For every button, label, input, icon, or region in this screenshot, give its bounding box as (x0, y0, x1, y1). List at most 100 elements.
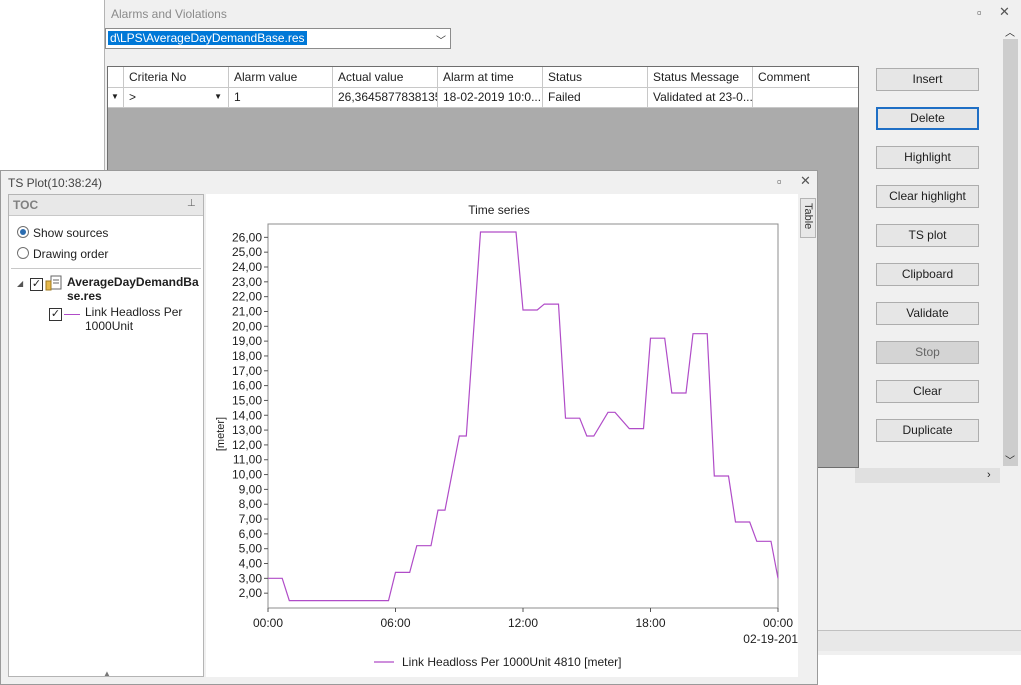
cell-alarm-value[interactable]: 1 (229, 88, 333, 107)
duplicate-button[interactable]: Duplicate (876, 419, 979, 442)
clipboard-button[interactable]: Clipboard (876, 263, 979, 286)
y-tick-label: 6,00 (239, 527, 263, 541)
row-dropdown-icon[interactable]: ▼ (108, 88, 124, 107)
time-series-chart: Time series 2,003,004,005,006,007,008,00… (215, 203, 798, 669)
y-tick-label: 2,00 (239, 586, 263, 600)
y-tick-label: 7,00 (239, 512, 263, 526)
y-tick-label: 4,00 (239, 557, 263, 571)
close-icon[interactable]: ✕ (800, 174, 811, 188)
cell-actual-value[interactable]: 26,3645877838135 (333, 88, 438, 107)
ts-plot-window: TS Plot(10:38:24) ▫ ✕ TOC ⊥ Show sources… (0, 170, 818, 685)
chart-area: Time series 2,00 3,00 4,00 5,00 6,00 7,00 8,00… (206, 194, 798, 677)
vertical-scrollbar[interactable]: ︿ (1001, 22, 1020, 466)
table-tab-label: Table (802, 203, 814, 230)
x-date-label: 02-19-201 (743, 632, 798, 646)
y-tick-label: 20,00 (232, 319, 262, 333)
y-tick-label: 17,00 (232, 364, 262, 378)
insert-button[interactable]: Insert (876, 68, 979, 91)
y-tick-label: 21,00 (232, 304, 262, 318)
series-color-swatch (64, 314, 80, 315)
row-header (108, 67, 124, 87)
source-checkbox[interactable]: ✓ (30, 278, 43, 291)
close-icon[interactable]: ✕ (999, 5, 1010, 19)
y-tick-label: 15,00 (232, 393, 262, 407)
file-combo[interactable]: d\LPS\AverageDayDemandBase.res ﹀ (105, 28, 451, 49)
y-axis: 2,003,004,005,006,007,008,009,0010,0011,… (232, 230, 268, 600)
col-comment[interactable]: Comment (753, 67, 858, 87)
table-tab[interactable]: Table (800, 198, 816, 238)
legend-label[interactable]: Link Headloss Per 1000Unit 4810 [meter] (402, 655, 621, 669)
validate-button[interactable]: Validate (876, 302, 979, 325)
x-tick-label: 12:00 (508, 616, 538, 630)
maximize-icon[interactable]: ▫ (777, 175, 782, 189)
y-tick-label: 22,00 (232, 290, 262, 304)
y-tick-label: 19,00 (232, 334, 262, 348)
scroll-thumb[interactable] (1003, 39, 1018, 466)
series-name-line2[interactable]: 1000Unit (85, 319, 133, 333)
y-tick-label: 13,00 (232, 423, 262, 437)
x-tick-label: 06:00 (380, 616, 410, 630)
clear-highlight-button[interactable]: Clear highlight (876, 185, 979, 208)
y-tick-label: 10,00 (232, 468, 262, 482)
scroll-right-icon[interactable]: › (987, 469, 991, 481)
resize-grip-icon[interactable]: ▲ (103, 669, 111, 678)
horizontal-scrollbar[interactable] (855, 468, 1000, 483)
table-row[interactable]: ▼ > ▼ 1 26,3645877838135 18-02-2019 10:0… (108, 88, 858, 108)
clear-button[interactable]: Clear (876, 380, 979, 403)
x-axis: 00:00 06:00 12:00 18:00 00:00 (253, 608, 793, 630)
y-tick-label: 18,00 (232, 349, 262, 363)
col-alarm-value[interactable]: Alarm value (229, 67, 333, 87)
cell-comment[interactable] (753, 88, 858, 107)
show-sources-label[interactable]: Show sources (33, 226, 108, 240)
series-checkbox[interactable]: ✓ (49, 308, 62, 321)
toc-header: TOC ⊥ (9, 195, 203, 216)
alarms-window-title: Alarms and Violations (111, 7, 227, 21)
y-tick-label: 9,00 (239, 482, 263, 496)
y-tick-label: 11,00 (233, 453, 262, 467)
show-sources-radio[interactable] (17, 226, 29, 238)
y-tick-label: 14,00 (232, 408, 262, 422)
delete-button[interactable]: Delete (876, 107, 979, 130)
cell-criteria[interactable]: > ▼ (124, 88, 229, 107)
x-tick-label: 00:00 (763, 616, 793, 630)
series-name-line1[interactable]: Link Headloss Per (85, 305, 182, 319)
y-tick-label: 8,00 (239, 497, 263, 511)
plot-frame (267, 223, 779, 609)
scroll-up-icon[interactable]: ︿ (1005, 24, 1015, 39)
maximize-icon[interactable]: ▫ (977, 6, 982, 20)
drawing-order-label[interactable]: Drawing order (33, 247, 108, 261)
status-strip (818, 630, 1021, 651)
scroll-down-icon[interactable]: ﹀ (1005, 452, 1015, 467)
cell-status[interactable]: Failed (543, 88, 648, 107)
collapse-icon[interactable]: ◢ (17, 279, 23, 288)
toc-panel: TOC ⊥ Show sources Drawing order ◢ ✓ Ave… (8, 194, 204, 678)
criteria-dropdown-icon[interactable]: ▼ (214, 92, 222, 101)
col-status-message[interactable]: Status Message (648, 67, 753, 87)
cell-alarm-time[interactable]: 18-02-2019 10:0... (438, 88, 543, 107)
ts-plot-button[interactable]: TS plot (876, 224, 979, 247)
cell-status-message[interactable]: Validated at 23-0... (648, 88, 753, 107)
y-tick-label: 26,00 (232, 230, 262, 244)
drawing-order-radio[interactable] (17, 247, 29, 259)
y-tick-label: 24,00 (232, 260, 262, 274)
toc-divider (11, 268, 201, 269)
y-tick-label: 16,00 (232, 379, 262, 393)
toc-title: TOC (13, 198, 39, 212)
source-name-line1[interactable]: AverageDayDemandBa (67, 275, 199, 289)
col-status[interactable]: Status (543, 67, 648, 87)
chevron-down-icon[interactable]: ﹀ (436, 32, 446, 47)
col-actual-value[interactable]: Actual value (333, 67, 438, 87)
cell-criteria-text: > (129, 90, 137, 104)
x-tick-label: 18:00 (635, 616, 665, 630)
col-alarm-at-time[interactable]: Alarm at time (438, 67, 543, 87)
source-name-line2[interactable]: se.res (67, 289, 102, 303)
grid-header: Criteria No Alarm value Actual value Ala… (108, 67, 858, 88)
highlight-button[interactable]: Highlight (876, 146, 979, 169)
col-criteria-no[interactable]: Criteria No (124, 67, 229, 87)
file-path-text: d\LPS\AverageDayDemandBase.res (108, 31, 307, 45)
pin-icon[interactable]: ⊥ (187, 198, 196, 209)
stop-button[interactable]: Stop (876, 341, 979, 364)
y-tick-label: 3,00 (239, 571, 263, 585)
ts-plot-title: TS Plot(10:38:24) (8, 176, 103, 190)
x-tick-label: 00:00 (253, 616, 283, 630)
